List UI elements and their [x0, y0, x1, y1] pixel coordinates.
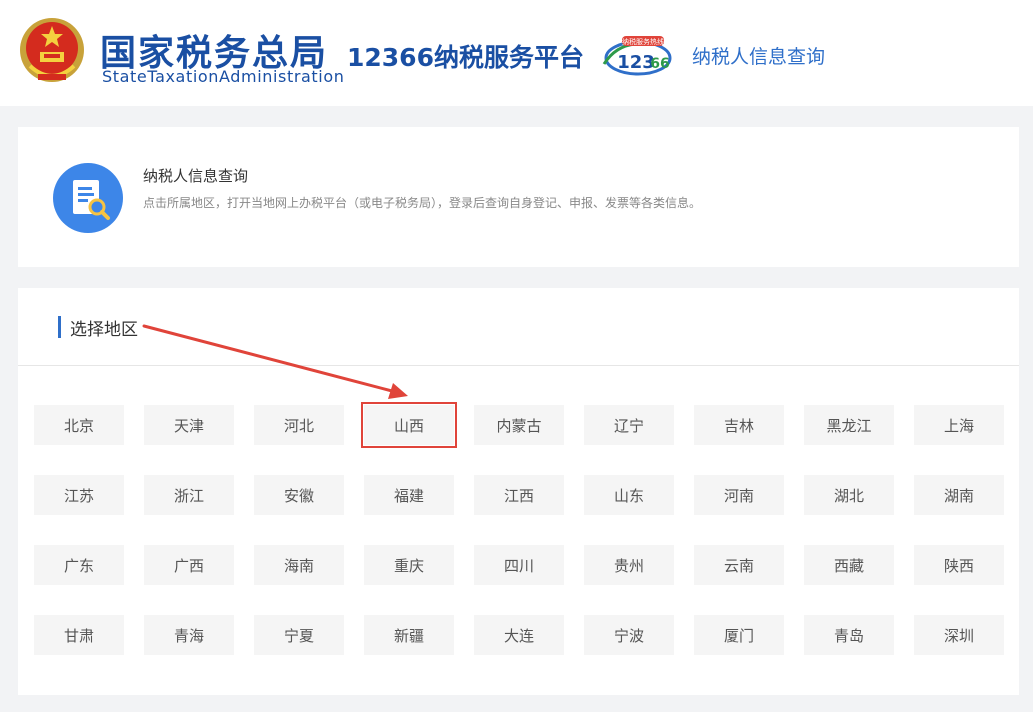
region-button-beijing[interactable]: 北京: [34, 405, 124, 445]
region-button-guizhou[interactable]: 贵州: [584, 545, 674, 585]
region-button-fujian[interactable]: 福建: [364, 475, 454, 515]
region-button-zhejiang[interactable]: 浙江: [144, 475, 234, 515]
site-header: 国家税务总局 StateTaxationAdministration 12366…: [0, 0, 1033, 106]
region-button-shenzhen[interactable]: 深圳: [914, 615, 1004, 655]
region-button-jiangxi[interactable]: 江西: [474, 475, 564, 515]
region-button-gansu[interactable]: 甘肃: [34, 615, 124, 655]
region-button-xiamen[interactable]: 厦门: [694, 615, 784, 655]
region-button-qingdao[interactable]: 青岛: [804, 615, 894, 655]
region-button-hunan[interactable]: 湖南: [914, 475, 1004, 515]
region-button-qinghai[interactable]: 青海: [144, 615, 234, 655]
region-button-xizang[interactable]: 西藏: [804, 545, 894, 585]
region-button-xinjiang[interactable]: 新疆: [364, 615, 454, 655]
region-button-shandong[interactable]: 山东: [584, 475, 674, 515]
region-grid: 北京 天津 河北 山西 内蒙古 辽宁 吉林 黑龙江 上海 江苏 浙江 安徽 福建…: [34, 402, 1004, 655]
intro-description: 点击所属地区，打开当地网上办税平台（或电子税务局），登录后查询自身登记、申报、发…: [143, 196, 702, 210]
region-button-jiangsu[interactable]: 江苏: [34, 475, 124, 515]
document-search-icon: [53, 163, 123, 233]
platform-title: 12366纳税服务平台: [347, 43, 584, 72]
taxpayer-info-query-link[interactable]: 纳税人信息查询: [692, 42, 825, 69]
region-button-ningbo[interactable]: 宁波: [584, 615, 674, 655]
region-button-tianjin[interactable]: 天津: [144, 405, 234, 445]
national-emblem-icon: [20, 18, 84, 82]
region-button-anhui[interactable]: 安徽: [254, 475, 344, 515]
region-button-dalian[interactable]: 大连: [474, 615, 564, 655]
region-selection-card: 选择地区 北京 天津 河北 山西 内蒙古 辽宁 吉林 黑龙江 上海 江苏 浙江 …: [18, 288, 1019, 695]
region-section-title: 选择地区: [70, 320, 138, 340]
intro-title: 纳税人信息查询: [143, 167, 249, 185]
region-button-yunnan[interactable]: 云南: [694, 545, 784, 585]
brand-name-en: StateTaxationAdministration: [102, 67, 345, 86]
section-accent-bar: [58, 316, 61, 338]
region-button-hebei[interactable]: 河北: [254, 405, 344, 445]
region-button-hainan[interactable]: 海南: [254, 545, 344, 585]
region-button-sichuan[interactable]: 四川: [474, 545, 564, 585]
hotline-12366-logo-icon: 纳税服务热线 123 66: [602, 36, 672, 76]
region-button-shanxi[interactable]: 山西: [361, 402, 457, 448]
svg-text:66: 66: [650, 56, 669, 72]
svg-text:123: 123: [617, 52, 655, 73]
region-button-guangdong[interactable]: 广东: [34, 545, 124, 585]
region-button-jilin[interactable]: 吉林: [694, 405, 784, 445]
region-button-shanghai[interactable]: 上海: [914, 405, 1004, 445]
region-button-henan[interactable]: 河南: [694, 475, 784, 515]
intro-card: 纳税人信息查询 点击所属地区，打开当地网上办税平台（或电子税务局），登录后查询自…: [18, 127, 1019, 267]
region-button-liaoning[interactable]: 辽宁: [584, 405, 674, 445]
region-button-chongqing[interactable]: 重庆: [364, 545, 454, 585]
region-button-shaanxi[interactable]: 陕西: [914, 545, 1004, 585]
region-section-header: 选择地区: [18, 288, 1019, 366]
region-button-heilongjiang[interactable]: 黑龙江: [804, 405, 894, 445]
region-button-ningxia[interactable]: 宁夏: [254, 615, 344, 655]
region-button-neimenggu[interactable]: 内蒙古: [474, 405, 564, 445]
logo-caption: 纳税服务热线: [622, 37, 664, 46]
region-button-guangxi[interactable]: 广西: [144, 545, 234, 585]
region-button-hubei[interactable]: 湖北: [804, 475, 894, 515]
